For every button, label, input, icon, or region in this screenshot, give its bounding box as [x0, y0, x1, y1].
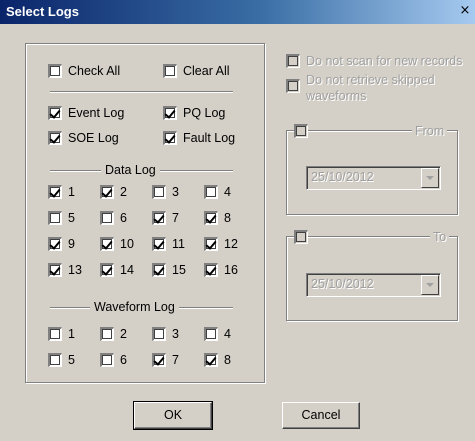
- checkbox-box: [204, 353, 218, 367]
- checkbox-box: [152, 185, 166, 199]
- data-log-checkbox-label: 1: [68, 185, 75, 199]
- data-log-checkbox-label: 7: [172, 211, 179, 225]
- checkbox-box: [204, 185, 218, 199]
- to-group-title: To: [430, 230, 450, 244]
- from-date-picker[interactable]: 25/10/2012: [306, 166, 441, 190]
- to-date-value: 25/10/2012: [311, 277, 374, 291]
- checkbox-box: [152, 263, 166, 277]
- checkbox-box: [48, 263, 62, 277]
- checkbox-box: [163, 131, 177, 145]
- no-retrieve-label: Do not retrieve skipped waveforms: [306, 73, 435, 103]
- checkbox-box: [294, 124, 308, 138]
- waveform-log-checkbox-label: 3: [172, 327, 179, 341]
- cancel-button[interactable]: Cancel: [282, 402, 360, 429]
- data-log-checkbox-label: 9: [68, 237, 75, 251]
- checkbox-box: [152, 327, 166, 341]
- checkbox-box: [286, 54, 300, 68]
- waveform-log-checkbox-label: 2: [120, 327, 127, 341]
- data-log-checkbox-label: 16: [224, 263, 238, 277]
- waveform-log-checkbox-label: 6: [120, 353, 127, 367]
- data-log-checkbox-label: 14: [120, 263, 134, 277]
- checkbox-box: [163, 106, 177, 120]
- checkbox-box: [204, 263, 218, 277]
- title-bar[interactable]: Select Logs ×: [0, 0, 475, 24]
- data-log-checkbox-label: 11: [172, 237, 185, 251]
- divider: [50, 91, 233, 93]
- data-log-checkbox-label: 4: [224, 185, 231, 199]
- check-all-label: Check All: [68, 64, 121, 78]
- checkbox-box: [100, 185, 114, 199]
- from-group-title: From: [412, 124, 448, 138]
- checkbox-box: [204, 211, 218, 225]
- checkbox-box: [100, 327, 114, 341]
- checkbox-box: [152, 237, 166, 251]
- checkbox-box: [48, 64, 62, 78]
- checkbox-box: [48, 237, 62, 251]
- checkbox-box: [100, 353, 114, 367]
- data-log-checkbox-label: 3: [172, 185, 179, 199]
- ok-button[interactable]: OK: [133, 401, 213, 430]
- soe-log-label: SOE Log: [68, 131, 119, 145]
- data-log-heading: Data Log: [101, 163, 160, 177]
- checkbox-box: [204, 327, 218, 341]
- data-log-checkbox-label: 5: [68, 211, 75, 225]
- clear-all-label: Clear All: [183, 64, 230, 78]
- select-logs-dialog: Select Logs × Check All Clear All Event …: [0, 0, 475, 441]
- waveform-log-heading: Waveform Log: [90, 300, 179, 314]
- event-log-label: Event Log: [68, 106, 125, 120]
- fault-log-label: Fault Log: [183, 131, 236, 145]
- pq-log-label: PQ Log: [183, 106, 226, 120]
- from-enable-checkbox[interactable]: [294, 122, 310, 140]
- checkbox-box: [48, 327, 62, 341]
- waveform-log-checkbox-label: 8: [224, 353, 231, 367]
- data-log-checkbox-label: 6: [120, 211, 127, 225]
- checkbox-box: [48, 353, 62, 367]
- checkbox-box: [48, 131, 62, 145]
- checkbox-box: [152, 353, 166, 367]
- checkbox-box: [100, 263, 114, 277]
- waveform-log-checkbox-label: 7: [172, 353, 179, 367]
- checkbox-box: [48, 185, 62, 199]
- data-log-checkbox-label: 15: [172, 263, 186, 277]
- no-scan-label: Do not scan for new records: [306, 54, 463, 68]
- waveform-log-checkbox-label: 4: [224, 327, 231, 341]
- checkbox-box: [163, 64, 177, 78]
- waveform-log-checkbox-label: 1: [68, 327, 75, 341]
- window-title: Select Logs: [6, 4, 79, 19]
- checkbox-box: [204, 237, 218, 251]
- data-log-checkbox-label: 10: [120, 237, 134, 251]
- checkbox-box: [286, 79, 300, 93]
- data-log-checkbox-label: 13: [68, 263, 82, 277]
- checkbox-box: [48, 106, 62, 120]
- checkbox-box: [100, 211, 114, 225]
- checkbox-box: [294, 230, 308, 244]
- to-enable-checkbox[interactable]: [294, 228, 310, 246]
- checkbox-box: [48, 211, 62, 225]
- chevron-down-icon[interactable]: [421, 275, 439, 295]
- data-log-checkbox-label: 8: [224, 211, 231, 225]
- no-retrieve-checkbox[interactable]: Do not retrieve skipped waveforms: [286, 72, 466, 106]
- data-log-checkbox-label: 2: [120, 185, 127, 199]
- chevron-down-icon[interactable]: [421, 168, 439, 188]
- checkbox-box: [100, 237, 114, 251]
- waveform-log-checkbox-label: 5: [68, 353, 75, 367]
- checkbox-box: [152, 211, 166, 225]
- to-date-picker[interactable]: 25/10/2012: [306, 273, 441, 297]
- close-icon[interactable]: ×: [457, 3, 473, 19]
- from-date-value: 25/10/2012: [311, 170, 374, 184]
- data-log-checkbox-label: 12: [224, 237, 238, 251]
